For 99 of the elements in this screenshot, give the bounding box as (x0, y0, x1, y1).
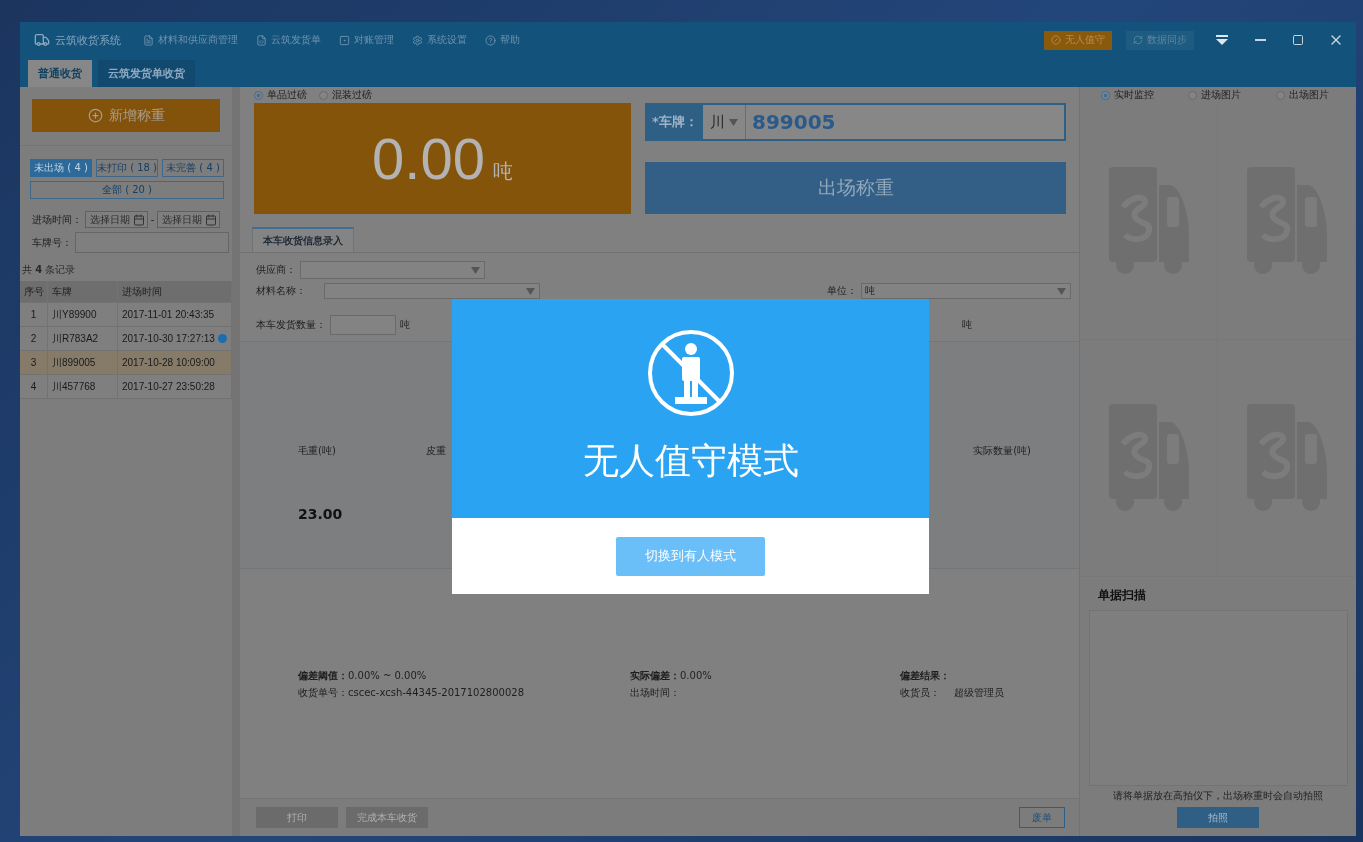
form-tab[interactable]: 本车收货信息录入 (252, 227, 354, 252)
table-row[interactable]: 2 川R783A2 2017-10-30 17:27:13 (20, 327, 232, 351)
radio-option[interactable]: 混装过磅 (319, 88, 372, 102)
field-label: 材料名称： (256, 284, 306, 298)
menu-item[interactable]: 材料和供应商管理 (143, 33, 238, 47)
sync-icon (1133, 35, 1143, 45)
caret-icon (1216, 35, 1228, 45)
radio-option[interactable]: 实时监控 (1101, 88, 1155, 102)
summary-text: 出场时间： (630, 685, 680, 700)
no-person-icon (646, 329, 735, 417)
dialog-title: 无人值守模式 (582, 439, 799, 483)
weight-label: 实际数量(吨) (973, 444, 1031, 458)
status-dot-icon (217, 334, 227, 343)
app-title-text: 云筑收货系统 (55, 32, 121, 48)
table-cell: 3 (20, 351, 48, 374)
section-title: 单据扫描 (1097, 587, 1147, 604)
menu-icon (339, 34, 350, 46)
action-button[interactable]: 废单 (1019, 807, 1065, 828)
province-select[interactable]: 川 (703, 105, 746, 139)
table-cell: 2 (20, 327, 48, 350)
field-label: 单位： (827, 284, 857, 298)
menu-icon (143, 34, 154, 46)
scan-hint: 请将单据放在高拍仪下，出场称重时会自动拍照 (1112, 789, 1324, 803)
scrollbar[interactable] (232, 87, 240, 836)
date-field[interactable]: 选择日期 (85, 211, 148, 228)
date-field[interactable]: 选择日期 (157, 211, 220, 228)
switch-mode-button[interactable]: 切换到有人模式 (616, 536, 765, 576)
caret-icon (526, 287, 535, 295)
quantity-input[interactable] (330, 315, 396, 335)
material-select[interactable] (324, 283, 540, 299)
summary-text: 偏差结果： (900, 668, 950, 683)
filter-chip[interactable]: 未出场 ( 4 ) (30, 159, 92, 177)
weight-label: 毛重(吨) (298, 444, 337, 458)
field-label: 本车发货数量： (256, 318, 326, 332)
table-cell: 川Y89900 (48, 303, 118, 326)
filter-chip[interactable]: 未打印 ( 18 ) (95, 159, 159, 177)
caret-icon (729, 118, 738, 126)
summary-text: 偏差阈值：0.00% ~ 0.00% (298, 668, 427, 683)
plus-icon (87, 108, 103, 123)
record-count: 共 4 条记录 (21, 263, 77, 277)
summary-text: 收货单号：cscec-xcsh-44345-2017102800028 (298, 685, 524, 700)
menu-item[interactable]: 对账管理 (339, 33, 394, 47)
summary-text: 收货员： (900, 685, 940, 700)
unit-select[interactable]: 吨 (861, 283, 1071, 299)
menu-item[interactable]: 云筑发货单 (256, 33, 321, 47)
exit-weighing-button[interactable]: 出场称重 (645, 162, 1066, 214)
radio-option[interactable]: 进场图片 (1188, 88, 1242, 102)
no-entry-icon (1051, 35, 1061, 45)
photo-button[interactable]: 拍照 (1177, 807, 1259, 828)
unattended-button[interactable]: 无人值守 (1044, 30, 1112, 50)
maximize-icon (1292, 34, 1304, 46)
column-header: 序号 (20, 281, 48, 302)
minimize-icon (1254, 39, 1266, 41)
tab[interactable]: 普通收货 (28, 60, 92, 87)
table-row[interactable]: 1 川Y89900 2017-11-01 20:43:35 (20, 303, 232, 327)
caret-icon (471, 266, 480, 274)
unit-label: 吨 (400, 318, 410, 332)
table-cell: 川457768 (48, 375, 118, 398)
caret-icon (1057, 287, 1066, 295)
radio-option[interactable]: 出场图片 (1275, 88, 1329, 102)
calendar-icon (205, 213, 217, 226)
add-weighing-button[interactable]: 新增称重 (32, 99, 220, 132)
date-separator: - (150, 214, 155, 225)
weight-label: 皮重 (426, 444, 446, 458)
field-label: 供应商： (256, 263, 296, 277)
table-cell: 川R783A2 (48, 327, 118, 350)
table-row[interactable]: 3 川899005 2017-10-28 10:09:00 (20, 351, 232, 375)
menu-icon (256, 34, 267, 46)
menu-item[interactable]: 系统设置 (412, 33, 467, 47)
time-text: 2017-10-30 17:27:13 (122, 333, 215, 344)
supplier-select[interactable] (300, 261, 485, 279)
tab[interactable]: 云筑发货单收货 (98, 60, 195, 87)
time-text: 2017-10-28 10:09:00 (122, 357, 215, 368)
table-cell: 4 (20, 375, 48, 398)
radio-option[interactable]: 单品过磅 (254, 88, 307, 102)
receiver-name: 超级管理员 (954, 685, 1004, 700)
filter-chip[interactable]: 全部 ( 20 ) (30, 181, 224, 199)
field-label: 进场时间： (32, 212, 82, 227)
plate-label: *车牌： (651, 113, 699, 131)
unit-label: 吨 (962, 318, 972, 332)
menu-icon (485, 34, 496, 46)
table-cell: 1 (20, 303, 48, 326)
field-label: 车牌号： (32, 235, 72, 250)
calendar-icon (132, 213, 145, 226)
plate-input[interactable] (75, 232, 229, 253)
time-text: 2017-10-27 23:50:28 (122, 381, 215, 392)
time-text: 2017-11-01 20:43:35 (122, 309, 215, 320)
menu-icon (412, 34, 423, 46)
column-header: 车牌 (48, 281, 118, 302)
table-row[interactable]: 4 川457768 2017-10-27 23:50:28 (20, 375, 232, 399)
menu-item[interactable]: 帮助 (485, 33, 520, 47)
summary-text: 实际偏差：0.00% (630, 668, 712, 683)
weight-value: 0.00 (372, 125, 485, 192)
plate-field[interactable]: 899005 (746, 105, 1064, 139)
table-cell: 川899005 (48, 351, 118, 374)
truck-icon (34, 32, 50, 48)
gross-weight: 23.00 (298, 506, 344, 522)
weight-unit: 吨 (492, 158, 513, 185)
filter-chip[interactable]: 未完善 ( 4 ) (162, 159, 224, 177)
